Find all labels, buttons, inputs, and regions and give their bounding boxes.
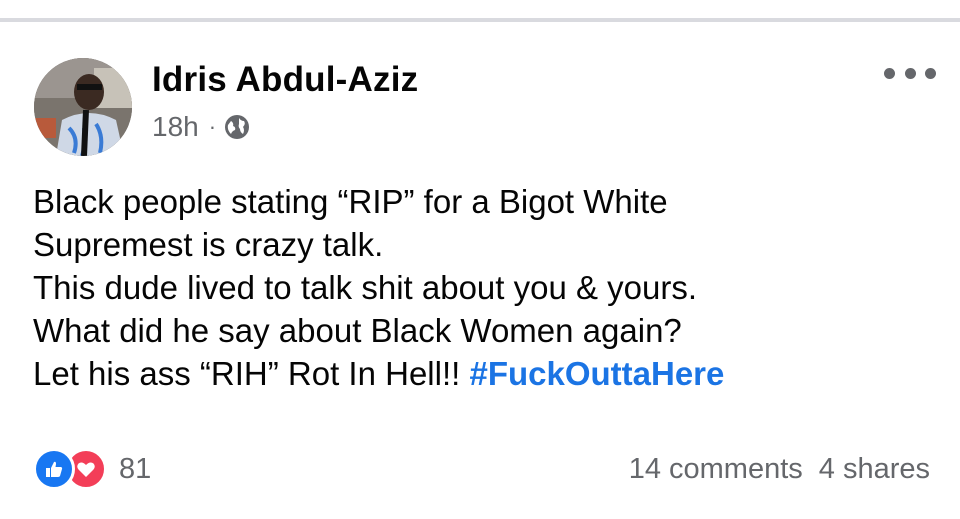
avatar[interactable]: [34, 58, 132, 156]
post-line: Supremest is crazy talk.: [33, 226, 384, 263]
reaction-count: 81: [119, 452, 152, 485]
post-time[interactable]: 18h: [152, 111, 199, 143]
post-line: Black people stating “RIP” for a Bigot W…: [33, 183, 668, 220]
engagement-stats: 14 comments 4 shares: [629, 452, 930, 486]
hashtag-link[interactable]: #FuckOuttaHere: [469, 355, 724, 392]
author-name[interactable]: Idris Abdul-Aziz: [152, 60, 418, 100]
reactions-summary[interactable]: 81: [33, 448, 152, 490]
more-options-button[interactable]: [884, 60, 936, 86]
post-line-with-hashtag: Let his ass “RIH” Rot In Hell!! #FuckOut…: [33, 352, 933, 395]
post-text: Black people stating “RIP” for a Bigot W…: [33, 180, 933, 395]
post-line: This dude lived to talk shit about you &…: [33, 269, 698, 306]
shares-count-link[interactable]: 4 shares: [819, 453, 930, 486]
post-line: Let his ass “RIH” Rot In Hell!!: [33, 355, 470, 392]
more-options-icon: [925, 67, 936, 79]
meta-separator: ·: [208, 114, 217, 139]
top-divider: [0, 0, 960, 22]
post-line: What did he say about Black Women again?: [33, 312, 682, 349]
more-options-icon: [904, 67, 916, 79]
globe-icon[interactable]: [224, 114, 250, 140]
avatar-photo: [34, 58, 132, 156]
more-options-icon: [884, 67, 895, 79]
comments-count-link[interactable]: 14 comments: [629, 453, 803, 486]
post-meta: 18h ·: [152, 110, 250, 144]
like-icon: [33, 448, 75, 490]
